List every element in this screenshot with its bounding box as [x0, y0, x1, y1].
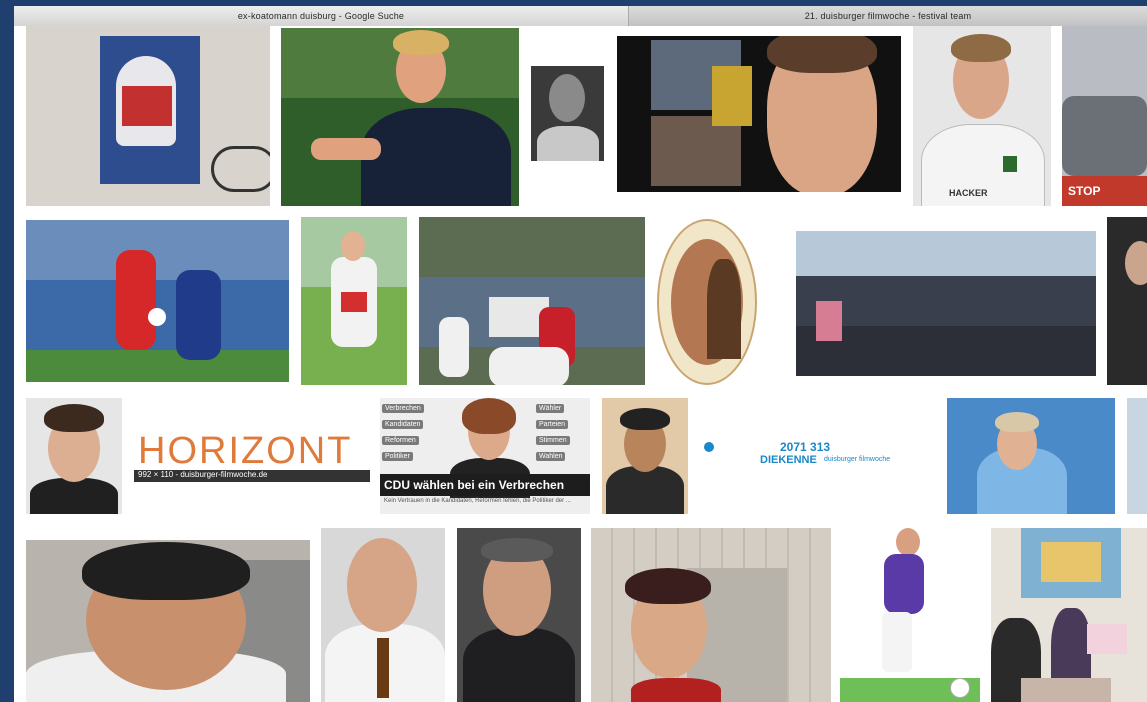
image-results-grid: HACKER STOP HORIZONT 992 × 110 - duisbur…	[14, 26, 1147, 702]
image-result-goalkeeper[interactable]: HACKER	[913, 26, 1051, 206]
jersey-text: HACKER	[949, 188, 988, 198]
article-btn-right-2: Stimmen	[536, 436, 570, 445]
image-result-car-street[interactable]: STOP	[1062, 26, 1147, 206]
image-result-oval-photo[interactable]	[657, 219, 757, 385]
horizont-caption: 992 × 110 - duisburger-filmwoche.de	[138, 470, 268, 479]
store-sign: STOP	[1068, 184, 1101, 198]
image-result-older-man[interactable]	[602, 398, 688, 514]
image-result-classroom[interactable]	[991, 528, 1147, 702]
tab-active[interactable]: ex-koatomann duisburg - Google Suche	[14, 6, 628, 26]
image-result-coach[interactable]	[281, 28, 519, 206]
image-result-amateur-match[interactable]	[419, 217, 645, 385]
horizont-title: HORIZONT	[138, 430, 353, 472]
image-result-bw-portrait[interactable]	[531, 66, 604, 161]
article-btn-left-0: Verbrechen	[382, 404, 424, 413]
logo-brand: duisburger filmwoche	[824, 456, 891, 463]
image-result-dark-portrait[interactable]	[1107, 217, 1147, 385]
image-result-blue-team[interactable]	[947, 398, 1115, 514]
image-result-match-action[interactable]	[26, 220, 289, 382]
image-result-edge-photo[interactable]	[1127, 398, 1147, 514]
image-result-signed-card[interactable]	[26, 26, 270, 206]
article-btn-right-1: Parteien	[536, 420, 569, 429]
image-result-player-running[interactable]	[840, 528, 980, 702]
article-subtext: Kein Vertrauen in die Kandidaten, Reform…	[384, 498, 571, 504]
image-result-young-man[interactable]	[26, 398, 122, 514]
logo-line1: 2071 313	[780, 440, 831, 454]
article-btn-left-1: Kandidaten	[382, 420, 424, 429]
article-headline: CDU wählen bei ein Verbrechen	[384, 478, 565, 492]
image-result-suit-man[interactable]	[457, 528, 581, 702]
image-result-video-collage[interactable]	[617, 36, 901, 192]
image-result-team-photo[interactable]	[796, 231, 1096, 376]
image-result-festival-logo[interactable]: 2071 313 DIEKENNE duisburger filmwoche	[700, 422, 950, 490]
article-btn-left-2: Reformen	[382, 436, 419, 445]
image-result-tie-man[interactable]	[321, 528, 445, 702]
article-btn-right-3: Wahlen	[536, 452, 566, 461]
image-result-woman-wall[interactable]	[591, 528, 831, 702]
image-result-horizont[interactable]: HORIZONT 992 × 110 - duisburger-filmwoch…	[134, 426, 374, 486]
image-result-autograph-card[interactable]	[301, 217, 407, 385]
image-result-article[interactable]: Verbrechen Kandidaten Reformen Politiker…	[380, 398, 590, 514]
logo-line2: DIEKENNE	[760, 454, 817, 466]
browser-tab-bar: ex-koatomann duisburg - Google Suche 21.…	[14, 6, 1147, 26]
tab-inactive[interactable]: 21. duisburger filmwoche - festival team	[628, 6, 1147, 26]
image-result-selfie[interactable]	[26, 540, 310, 702]
article-btn-left-3: Politiker	[382, 452, 413, 461]
article-btn-right-0: Wähler	[536, 404, 565, 413]
